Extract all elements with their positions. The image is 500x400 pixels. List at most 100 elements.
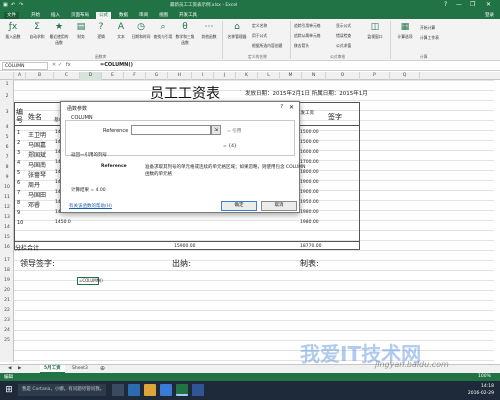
insert-function-button[interactable]: ƒx 插入函数 (2, 21, 24, 40)
watch-window-button[interactable]: ◫ 监视窗口 (364, 21, 386, 40)
column-header[interactable]: O (326, 72, 360, 80)
row-header[interactable]: 19 (0, 278, 14, 283)
row-header[interactable]: 1 (0, 82, 14, 87)
column-header[interactable]: M (280, 72, 302, 80)
column-header[interactable]: P (360, 72, 390, 80)
recent-functions-button[interactable]: ★ 最近使用的函数 (48, 21, 70, 46)
math-button[interactable]: θ 数学和三角函数 (174, 21, 196, 46)
column-header[interactable]: Q (390, 72, 420, 80)
edge-icon[interactable] (128, 384, 140, 396)
column-header[interactable]: C (54, 72, 80, 80)
selected-cell[interactable]: =COLUMN() (77, 277, 103, 285)
ok-button[interactable]: 确定 (221, 201, 257, 211)
tab-home[interactable]: 开始 (28, 12, 43, 19)
column-header[interactable]: I (192, 72, 214, 80)
help-button[interactable]: ? (444, 1, 447, 8)
restore-button[interactable]: ❐ (470, 1, 475, 8)
redo-icon[interactable]: ↷ (19, 2, 23, 8)
tab-view[interactable]: 视图 (156, 12, 171, 19)
row-header[interactable]: 17 (0, 258, 14, 263)
system-clock[interactable]: 14:18 2016-02-29 (468, 383, 494, 397)
use-in-formula-button[interactable]: 用于公式 (252, 33, 267, 39)
fx-button[interactable]: fx (66, 62, 71, 68)
text-button[interactable]: A 文本 (110, 21, 132, 40)
row-header[interactable]: 12 (0, 205, 14, 210)
name-manager-button[interactable]: ⌂ 名称管理器 (226, 21, 248, 40)
row-header[interactable]: 3 (0, 110, 14, 115)
dialog-help-button[interactable]: ? (280, 104, 283, 110)
remove-arrows-button[interactable]: 移去箭头 (294, 43, 309, 49)
datetime-button[interactable]: ◷ 日期和时间 (130, 21, 152, 40)
word-taskbar-icon[interactable] (192, 384, 204, 396)
function-help-link[interactable]: 有关该函数的帮助(H) (69, 203, 112, 209)
minimize-button[interactable]: — (456, 1, 462, 8)
column-header[interactable]: G (146, 72, 168, 80)
error-checking-button[interactable]: 错误检查 (336, 33, 351, 39)
task-view-icon[interactable] (112, 384, 124, 396)
column-header[interactable]: E (102, 72, 124, 80)
cortana-search-box[interactable]: 我是 Cortana，小娜。有问题尽管问我。 (18, 384, 106, 396)
undo-icon[interactable]: ↶ (11, 2, 15, 8)
cancel-button[interactable]: 取消 (261, 201, 297, 211)
column-header[interactable]: D (80, 72, 102, 80)
tab-page-layout[interactable]: 页面布局 (68, 12, 92, 19)
calculate-sheet-button[interactable]: 计算工作表 (420, 35, 439, 41)
select-all-corner[interactable] (0, 72, 14, 80)
column-header[interactable]: H (168, 72, 192, 80)
row-header[interactable]: 14 (0, 225, 14, 230)
row-header[interactable]: 9 (0, 175, 14, 180)
row-header[interactable]: 13 (0, 215, 14, 220)
row-header[interactable]: 5 (0, 135, 14, 140)
tab-developer[interactable]: 开发工具 (176, 12, 200, 19)
sheet-nav-next[interactable]: ▶ (14, 365, 25, 373)
reference-input[interactable] (131, 125, 211, 135)
row-header[interactable]: 8 (0, 165, 14, 170)
windows-start-icon[interactable]: ⊞ (3, 384, 15, 396)
column-header[interactable]: J (214, 72, 236, 80)
row-header[interactable]: 16 (0, 245, 14, 250)
tab-file[interactable]: 文件 (4, 12, 19, 19)
column-header[interactable]: B (26, 72, 54, 80)
file-explorer-icon[interactable] (144, 384, 156, 396)
row-header[interactable]: 15 (0, 235, 14, 240)
row-header[interactable]: 10 (0, 185, 14, 190)
column-header[interactable]: A (14, 72, 26, 80)
sheet-tab-may-salary[interactable]: 5月工资 (40, 365, 65, 373)
calculate-now-button[interactable]: 开始计算 (420, 25, 435, 31)
row-header[interactable]: 22 (0, 308, 14, 313)
show-formulas-button[interactable]: 显示公式 (336, 23, 351, 29)
excel-taskbar-icon[interactable] (176, 384, 188, 396)
row-header[interactable]: 4 (0, 125, 14, 130)
row-header[interactable]: 2 (0, 94, 14, 99)
row-header[interactable]: 24 (0, 328, 14, 333)
column-header[interactable]: N (302, 72, 326, 80)
row-header[interactable]: 21 (0, 298, 14, 303)
trace-dependents-button[interactable]: 追踪从属单元格 (294, 33, 321, 39)
evaluate-formula-button[interactable]: 公式求值 (336, 43, 351, 49)
autosum-button[interactable]: Σ 自动求和 (26, 21, 48, 40)
row-header[interactable]: 6 (0, 145, 14, 150)
logical-button[interactable]: ? 逻辑 (90, 21, 112, 40)
sign-in-link[interactable]: 登录 (485, 12, 494, 18)
trace-precedents-button[interactable]: 追踪引用单元格 (294, 23, 321, 29)
row-header[interactable]: 23 (0, 318, 14, 323)
name-box[interactable]: COLUMN (2, 62, 48, 70)
row-header[interactable]: 20 (0, 288, 14, 293)
save-icon[interactable]: ▣ (3, 2, 8, 8)
lookup-button[interactable]: ⌕ 查找与引用 (152, 21, 174, 40)
calc-options-button[interactable]: ▦ 计算选项 (394, 21, 416, 40)
store-icon[interactable] (160, 384, 172, 396)
column-header[interactable]: K (236, 72, 258, 80)
row-header[interactable]: 11 (0, 195, 14, 200)
row-header[interactable]: 25 (0, 338, 14, 343)
formula-input[interactable]: =COLUMN() (100, 62, 133, 68)
enter-icon[interactable]: ✓ (58, 62, 62, 68)
tab-data[interactable]: 数据 (116, 12, 131, 19)
financial-button[interactable]: ▤ 财务 (70, 21, 92, 40)
sheet-tab-sheet3[interactable]: Sheet3 (68, 365, 92, 373)
tab-insert[interactable]: 插入 (48, 12, 63, 19)
close-button[interactable]: ✕ (486, 1, 491, 8)
define-name-button[interactable]: 定义名称 (252, 23, 267, 29)
dialog-close-button[interactable]: ✕ (289, 104, 294, 111)
row-header[interactable]: 18 (0, 268, 14, 273)
